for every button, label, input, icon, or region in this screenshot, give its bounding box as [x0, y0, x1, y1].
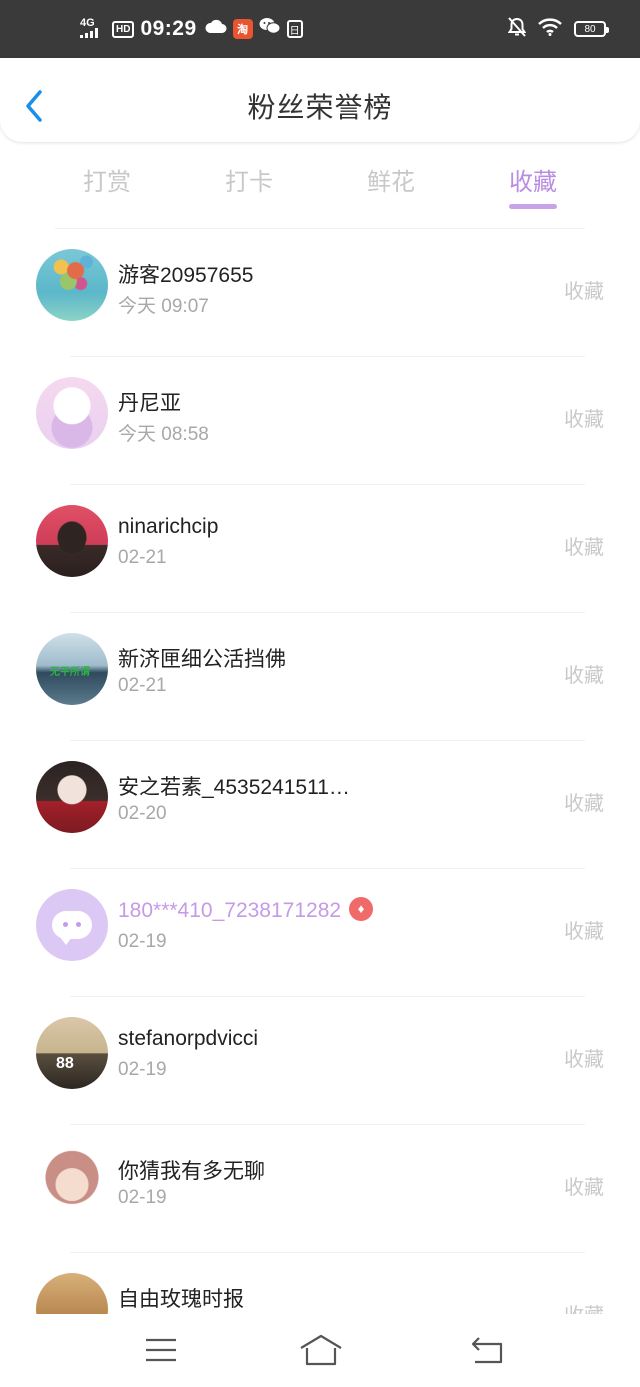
avatar[interactable]: 无平所谓 — [36, 633, 108, 705]
tab-tip[interactable]: 打赏 — [47, 162, 167, 197]
action-type: 收藏 — [564, 793, 604, 815]
list-item[interactable]: ninarichcip 02-21 收藏 — [0, 485, 640, 613]
list-item[interactable]: 你猜我有多无聊 02-19 收藏 — [0, 1125, 640, 1253]
list-item[interactable]: 游客20957655 今天 09:07 收藏 — [0, 229, 640, 357]
list-item[interactable]: 安之若素_4535241511… 02-20 收藏 — [0, 741, 640, 869]
fan-date: 02-20 — [118, 803, 167, 824]
list-item[interactable]: 88 stefanorpdvicci 02-19 收藏 — [0, 997, 640, 1125]
fan-name: 安之若素_4535241511… — [118, 776, 350, 799]
fan-date: 02-19 — [118, 1059, 167, 1080]
tab-favorites[interactable]: 收藏 — [473, 162, 593, 197]
avatar[interactable]: 88 — [36, 1017, 108, 1089]
action-type: 收藏 — [564, 409, 604, 431]
hd-icon: HD — [112, 20, 135, 38]
action-type: 收藏 — [564, 1177, 604, 1199]
tab-checkin[interactable]: 打卡 — [189, 162, 309, 197]
back-nav-button[interactable] — [469, 1332, 509, 1368]
chat-bubble-icon — [52, 911, 92, 945]
home-button[interactable] — [299, 1332, 342, 1368]
avatar-text: 88 — [56, 1055, 74, 1072]
action-type: 收藏 — [564, 665, 604, 687]
status-bar: 4G HD 09:29 淘 日 80 — [0, 0, 640, 58]
avatar-text: 无平所谓 — [50, 667, 90, 678]
tab-flowers[interactable]: 鲜花 — [331, 162, 451, 197]
fan-name: stefanorpdvicci — [118, 1027, 259, 1050]
taobao-app-icon: 淘 — [232, 19, 253, 39]
status-right: 80 — [507, 0, 609, 58]
wifi-icon — [538, 17, 562, 41]
avatar[interactable] — [36, 1145, 108, 1217]
wechat-icon — [259, 17, 281, 41]
fan-name: 自由玫瑰时报 — [118, 1288, 244, 1311]
fan-name: 丹尼亚 — [118, 392, 181, 415]
back-icon — [471, 1337, 503, 1364]
fan-name: 180***410_7238171282 — [118, 899, 342, 922]
avatar[interactable] — [36, 889, 108, 961]
fan-date: 今天 08:58 — [118, 424, 209, 445]
box-icon: 日 — [286, 20, 303, 38]
fan-name-vip: 180***410_7238171282 ♦ — [118, 897, 374, 923]
signal-icon: 4G — [80, 18, 106, 40]
status-left: 4G HD 09:29 淘 日 — [80, 0, 303, 58]
fan-list: 游客20957655 今天 09:07 收藏 丹尼亚 今天 08:58 收藏 n… — [0, 229, 640, 1314]
battery-icon: 80 — [574, 21, 609, 37]
tab-bar: 打赏 打卡 鲜花 收藏 — [0, 146, 640, 212]
page-title: 粉丝荣誉榜 — [247, 92, 393, 123]
fan-date: 02-19 — [118, 931, 167, 952]
fan-date: 今天 09:07 — [118, 296, 209, 317]
fan-name: ninarichcip — [118, 515, 219, 538]
fan-date: 02-19 — [118, 1187, 167, 1208]
avatar[interactable] — [36, 505, 108, 577]
fan-name: 游客20957655 — [118, 264, 254, 287]
cloud-icon — [205, 18, 227, 40]
menu-button[interactable] — [141, 1332, 181, 1368]
action-type: 收藏 — [564, 921, 604, 943]
action-type: 收藏 — [564, 537, 604, 559]
avatar[interactable] — [36, 761, 108, 833]
avatar[interactable] — [36, 1273, 108, 1314]
status-time: 09:29 — [140, 17, 197, 40]
avatar[interactable] — [36, 377, 108, 449]
list-item[interactable]: 自由玫瑰时报 收藏 — [0, 1253, 640, 1314]
action-type: 收藏 — [564, 281, 604, 303]
fan-date: 02-21 — [118, 675, 167, 696]
bell-off-icon — [507, 16, 527, 42]
home-icon — [300, 1334, 342, 1366]
action-type: 收藏 — [564, 1299, 604, 1314]
fan-name: 新济匣细公活挡佛 — [118, 648, 286, 671]
fan-date: 02-21 — [118, 547, 167, 568]
list-item[interactable]: 无平所谓 新济匣细公活挡佛 02-21 收藏 — [0, 613, 640, 741]
list-item[interactable]: 180***410_7238171282 ♦ 02-19 收藏 — [0, 869, 640, 997]
menu-icon — [146, 1338, 176, 1362]
list-item[interactable]: 丹尼亚 今天 08:58 收藏 — [0, 357, 640, 485]
diamond-icon: ♦ — [349, 897, 374, 922]
tab-active-indicator — [509, 204, 557, 209]
navigation-bar — [0, 1314, 640, 1387]
avatar[interactable] — [36, 249, 108, 321]
header: 粉丝荣誉榜 — [0, 58, 640, 142]
fan-name: 你猜我有多无聊 — [118, 1160, 265, 1183]
action-type: 收藏 — [564, 1049, 604, 1071]
